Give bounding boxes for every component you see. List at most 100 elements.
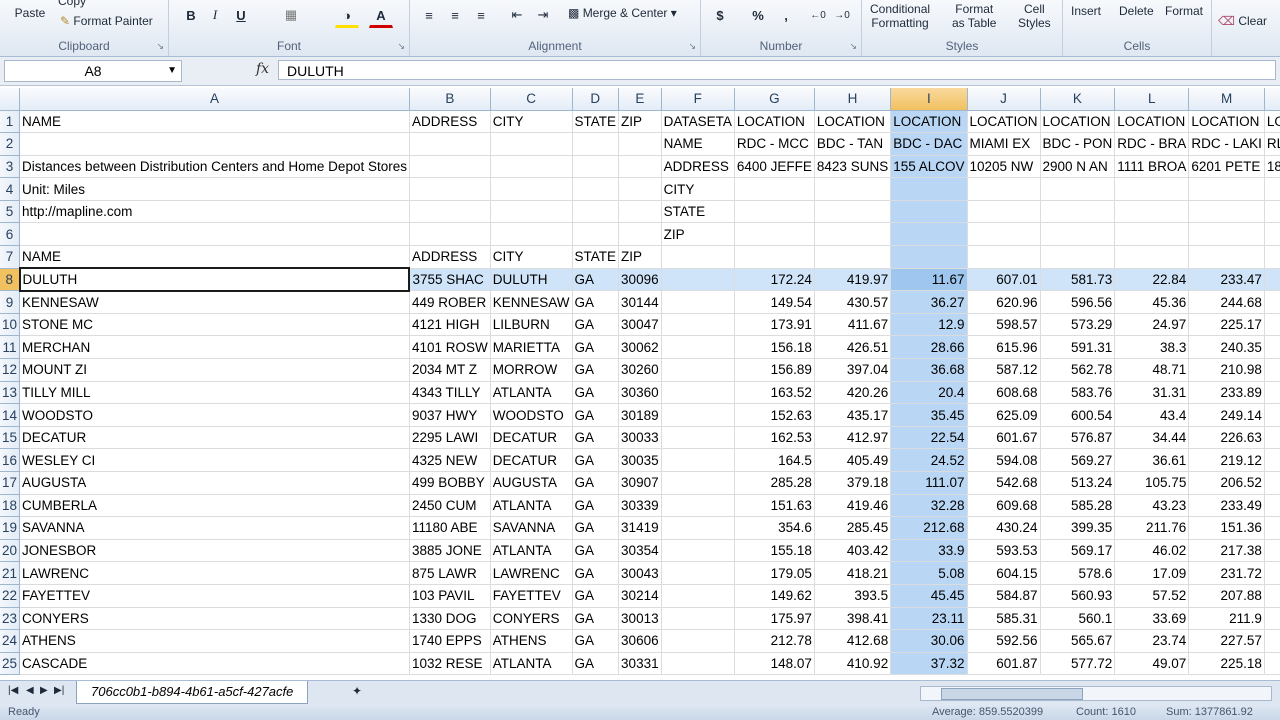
cell[interactable]: 24.52 xyxy=(890,448,968,472)
cell[interactable]: CASCADE xyxy=(19,652,410,676)
cell[interactable] xyxy=(1040,245,1116,269)
cell[interactable]: 565.67 xyxy=(1040,629,1116,653)
cell[interactable]: 212.68 xyxy=(890,516,968,540)
cell[interactable]: 285.45 xyxy=(814,516,892,540)
column-header[interactable]: J xyxy=(967,88,1041,111)
format-as-table-button[interactable]: Format as Table xyxy=(952,2,996,30)
cell[interactable]: 36.68 xyxy=(890,358,968,382)
cell[interactable] xyxy=(890,222,968,247)
percent-button[interactable]: % xyxy=(747,4,769,26)
cell[interactable]: LOCATION xyxy=(1264,110,1280,134)
cell[interactable]: STONE MC xyxy=(19,313,410,337)
cell[interactable]: 30606 xyxy=(618,629,662,653)
cell[interactable]: GA xyxy=(572,494,620,518)
cell[interactable]: 585.28 xyxy=(1040,494,1116,518)
cell[interactable]: 43.4 xyxy=(1114,403,1190,427)
cell[interactable]: STATE xyxy=(661,200,735,224)
cell[interactable]: 398.41 xyxy=(814,607,892,631)
scrollbar-thumb[interactable] xyxy=(941,688,1083,700)
cell[interactable]: 211.76 xyxy=(1114,516,1190,540)
cell-styles-button[interactable]: Cell Styles xyxy=(1018,2,1051,30)
row-header[interactable]: 10 xyxy=(0,313,21,337)
cell[interactable]: CUMBERLA xyxy=(19,494,410,518)
cell[interactable]: 30331 xyxy=(618,652,662,676)
cell[interactable]: RDC - LAKI xyxy=(1188,132,1265,156)
cell[interactable]: 32.28 xyxy=(890,494,968,518)
cell[interactable] xyxy=(661,584,735,608)
cell[interactable]: 14.95 xyxy=(1264,584,1280,608)
cell[interactable]: 172.24 xyxy=(734,268,815,292)
last-sheet-icon[interactable]: ▶| xyxy=(54,685,64,696)
cell[interactable] xyxy=(661,561,735,585)
cell[interactable]: 179.05 xyxy=(734,561,815,585)
cell[interactable] xyxy=(967,200,1041,224)
cell[interactable]: DECATUR xyxy=(490,448,573,472)
underline-button[interactable]: U xyxy=(229,4,253,26)
cell[interactable]: 449 ROBER xyxy=(409,290,491,314)
cell[interactable]: 30.06 xyxy=(890,629,968,653)
cell[interactable]: 227.57 xyxy=(1188,629,1265,653)
cell[interactable] xyxy=(661,471,735,495)
cell[interactable]: 35.67 xyxy=(1264,381,1280,405)
row-header[interactable]: 12 xyxy=(0,358,21,382)
cell[interactable]: LOCATION xyxy=(967,110,1041,134)
cell[interactable]: 151.63 xyxy=(734,494,815,518)
cell[interactable]: CONYERS xyxy=(490,607,573,631)
cell[interactable]: 149.62 xyxy=(734,584,815,608)
clear-button[interactable]: ⌫ Clear xyxy=(1218,14,1267,28)
cell[interactable]: 4101 ROSW xyxy=(409,335,491,360)
align-left-icon[interactable]: ≡ xyxy=(418,4,440,26)
cell[interactable]: 4325 NEW xyxy=(409,448,491,472)
cell[interactable]: GA xyxy=(572,381,620,405)
cell[interactable]: 30360 xyxy=(618,381,662,405)
cell[interactable] xyxy=(490,177,573,201)
cell[interactable]: 3755 SHAC xyxy=(409,268,491,292)
cell[interactable]: 155.18 xyxy=(734,539,815,563)
cell[interactable]: BDC - TAN xyxy=(814,132,892,156)
cell[interactable] xyxy=(409,155,491,179)
cell[interactable] xyxy=(1114,222,1190,247)
cell[interactable]: 30096 xyxy=(618,268,662,292)
align-right-icon[interactable]: ≡ xyxy=(470,4,492,26)
cell[interactable]: 513.24 xyxy=(1040,471,1116,495)
cell[interactable]: 22.84 xyxy=(1114,268,1190,292)
cell[interactable]: DECATUR xyxy=(490,426,573,450)
cell[interactable]: CONYERS xyxy=(19,607,410,631)
cell[interactable]: 4121 HIGH xyxy=(409,313,491,337)
cell[interactable]: 155 ALCOV xyxy=(890,155,968,179)
cell[interactable] xyxy=(814,177,892,201)
cell[interactable]: 412.97 xyxy=(814,426,892,450)
cell[interactable]: DATASETA xyxy=(661,110,735,134)
cell[interactable]: 11180 ABE xyxy=(409,516,491,540)
cell[interactable]: 30144 xyxy=(618,290,662,314)
cell[interactable]: 875 LAWR xyxy=(409,561,491,585)
cell[interactable]: 596.56 xyxy=(1040,290,1116,314)
cell[interactable]: RLC - MCD xyxy=(1264,132,1280,156)
cell[interactable]: 28.28 xyxy=(1264,426,1280,450)
cell[interactable]: 609.68 xyxy=(967,494,1041,518)
cell[interactable]: 38.3 xyxy=(1114,335,1190,360)
cell[interactable] xyxy=(967,222,1041,247)
cell[interactable]: 594.08 xyxy=(967,448,1041,472)
italic-button[interactable]: I xyxy=(205,4,225,26)
row-header[interactable]: 20 xyxy=(0,539,21,563)
cell[interactable]: 105.75 xyxy=(1114,471,1190,495)
column-header[interactable]: K xyxy=(1040,88,1116,111)
cell[interactable]: 1330 DOG xyxy=(409,607,491,631)
cell[interactable] xyxy=(814,200,892,224)
cell[interactable] xyxy=(661,245,735,269)
cell[interactable]: 31.31 xyxy=(1114,381,1190,405)
borders-icon[interactable]: ▦ xyxy=(279,4,303,26)
cell[interactable]: 156.89 xyxy=(734,358,815,382)
row-header[interactable]: 11 xyxy=(0,335,21,360)
cell[interactable]: 418.21 xyxy=(814,561,892,585)
cell[interactable] xyxy=(661,629,735,653)
cell[interactable] xyxy=(1114,177,1190,201)
cell[interactable] xyxy=(661,335,735,360)
cell[interactable] xyxy=(661,539,735,563)
cell[interactable] xyxy=(661,313,735,337)
cell[interactable] xyxy=(1264,245,1280,269)
cell[interactable] xyxy=(1188,245,1265,269)
cell[interactable] xyxy=(572,132,620,156)
row-header[interactable]: 21 xyxy=(0,561,21,585)
